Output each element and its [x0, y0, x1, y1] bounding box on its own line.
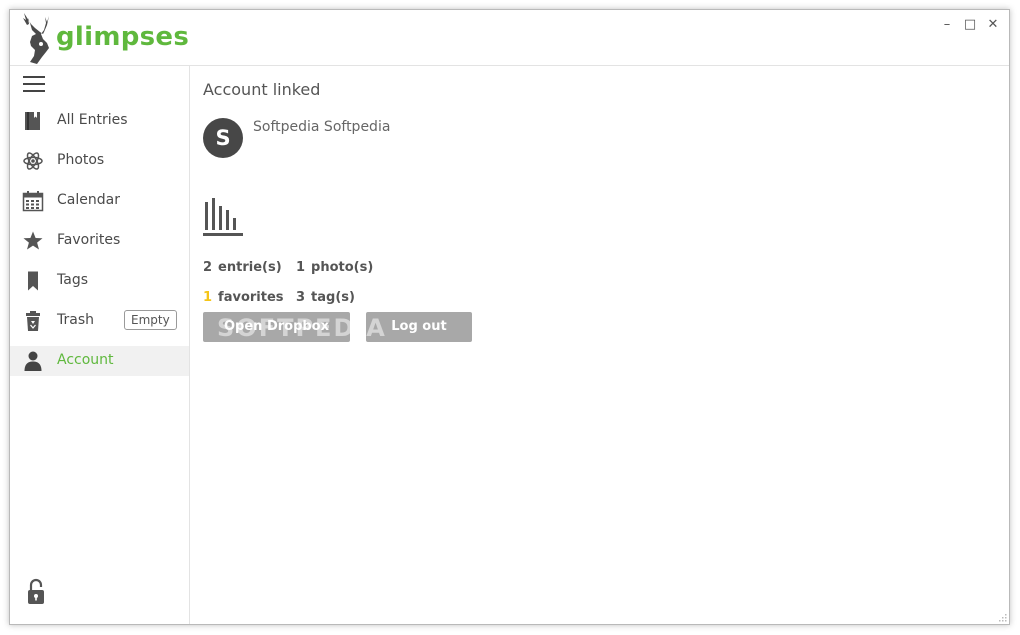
stat-entries: 2 entrie(s) — [203, 260, 282, 275]
bar-chart-icon — [203, 198, 243, 236]
sidebar-item-all-entries[interactable]: All Entries — [10, 106, 189, 136]
stat-label: entrie(s) — [218, 260, 282, 275]
minimize-icon: – — [943, 17, 951, 32]
sidebar-item-label: All Entries — [57, 112, 128, 128]
star-icon — [23, 231, 43, 250]
open-dropbox-button[interactable]: Open Dropbox — [203, 312, 350, 342]
user-icon — [24, 351, 42, 371]
hamburger-menu-icon[interactable] — [23, 76, 45, 94]
app-logo-text: glimpses — [56, 22, 190, 52]
log-out-button[interactable]: Log out — [366, 312, 472, 342]
close-button[interactable]: ✕ — [982, 14, 1004, 36]
sidebar-item-label: Tags — [57, 272, 88, 288]
sidebar-item-photos[interactable]: Photos — [10, 146, 189, 176]
stat-tags: 3 tag(s) — [296, 290, 355, 305]
sidebar-item-label: Calendar — [57, 192, 120, 208]
sidebar-item-tags[interactable]: Tags — [10, 266, 189, 296]
sidebar-item-calendar[interactable]: Calendar — [10, 186, 189, 216]
stat-count: 1 — [296, 260, 306, 275]
stat-label: tag(s) — [311, 290, 355, 305]
stat-label: photo(s) — [311, 260, 374, 275]
trash-icon — [26, 311, 40, 331]
minimize-button[interactable]: – — [936, 14, 958, 36]
page-title: Account linked — [203, 80, 321, 99]
book-icon — [25, 112, 40, 130]
sidebar-item-trash[interactable]: Trash Empty — [10, 306, 189, 336]
stat-count: 2 — [203, 260, 213, 275]
sidebar-item-label: Trash — [57, 312, 94, 328]
sidebar: All Entries Photos Calendar Favorites Ta… — [10, 66, 190, 624]
main-content: Account linked S Softpedia Softpedia 2 en… — [191, 66, 1009, 624]
avatar: S — [203, 118, 243, 158]
sidebar-item-label: Favorites — [57, 232, 121, 248]
unlock-icon[interactable] — [25, 578, 47, 606]
maximize-button[interactable]: □ — [959, 14, 981, 36]
calendar-icon — [22, 191, 44, 212]
sidebar-item-label: Photos — [57, 152, 105, 168]
sidebar-item-favorites[interactable]: Favorites — [10, 226, 189, 256]
resize-grip-icon[interactable] — [997, 612, 1007, 622]
app-window: glimpses – □ ✕ All Entries Photos Calend… — [9, 9, 1010, 625]
atom-icon — [23, 152, 43, 170]
stat-photos: 1 photo(s) — [296, 260, 373, 275]
sidebar-item-account[interactable]: Account — [10, 346, 189, 376]
empty-trash-button[interactable]: Empty — [124, 310, 177, 330]
sidebar-item-label: Account — [57, 352, 114, 368]
deer-logo-icon — [23, 13, 49, 64]
stat-favorites: 1 favorites — [203, 290, 284, 305]
stat-label: favorites — [218, 290, 284, 305]
close-icon: ✕ — [987, 17, 999, 32]
bookmark-icon — [28, 271, 38, 291]
maximize-icon: □ — [963, 17, 977, 32]
account-username: Softpedia Softpedia — [253, 119, 391, 135]
stat-count: 1 — [203, 290, 213, 305]
stat-count: 3 — [296, 290, 306, 305]
title-bar: glimpses – □ ✕ — [10, 10, 1009, 66]
